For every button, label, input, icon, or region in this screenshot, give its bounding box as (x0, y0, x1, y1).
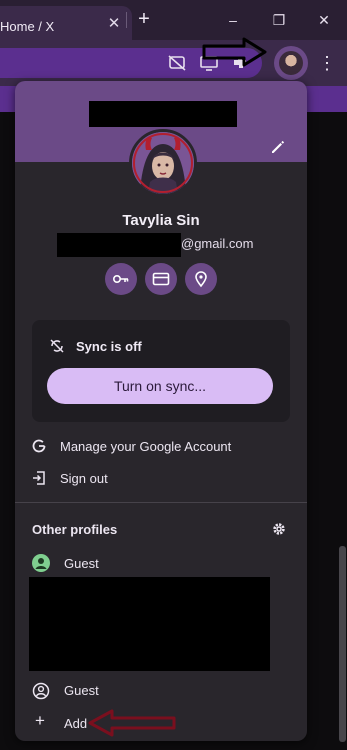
key-icon (112, 275, 129, 284)
plus-icon: + (35, 711, 45, 730)
manage-google-account-item[interactable]: Manage your Google Account (15, 431, 307, 461)
sync-status: Sync is off (76, 339, 142, 354)
hide-eye-icon[interactable] (166, 52, 188, 74)
passwords-button[interactable] (105, 263, 137, 295)
guest-avatar-icon (32, 554, 50, 572)
turn-on-sync-button[interactable]: Turn on sync... (47, 368, 273, 404)
manage-google-account-label: Manage your Google Account (60, 439, 232, 454)
annotation-arrow-black (202, 37, 267, 67)
redacted-header-text (89, 101, 237, 127)
email-suffix: @gmail.com (181, 236, 254, 251)
tab-home-x[interactable]: Home / X ✕ (0, 6, 132, 40)
sign-out-item[interactable]: Sign out (15, 463, 307, 493)
new-tab-button[interactable]: + (134, 8, 154, 30)
avatar (279, 51, 303, 75)
other-profiles-title: Other profiles (32, 522, 118, 537)
guest-profile-label-2: Guest (64, 683, 99, 698)
sign-out-label: Sign out (60, 471, 108, 486)
scrollbar[interactable] (339, 546, 346, 742)
profile-name: Tavylia Sin (122, 212, 200, 229)
annotation-arrow-red (88, 709, 176, 737)
redacted-email (57, 233, 181, 257)
redacted-profiles (29, 577, 270, 671)
profile-portrait-icon (132, 132, 194, 194)
profile-avatar-button[interactable] (274, 46, 308, 80)
menu-divider (15, 502, 307, 503)
tab-separator (126, 12, 127, 28)
payment-methods-button[interactable] (145, 263, 177, 295)
tab-close-icon[interactable]: ✕ (104, 14, 124, 34)
more-menu-icon[interactable]: ⋮ (318, 52, 336, 74)
tab-title: Home / X (0, 19, 55, 34)
sync-card: Sync is off Turn on sync... (32, 320, 290, 422)
profile-picture (129, 129, 197, 197)
guest-outline-icon (32, 682, 50, 700)
location-pin-icon (195, 271, 207, 288)
profile-item-guest-2[interactable]: Guest (15, 675, 307, 705)
addresses-button[interactable] (185, 263, 217, 295)
gear-icon[interactable] (271, 521, 287, 537)
profile-item-guest[interactable]: Guest (15, 548, 307, 578)
guest-profile-label: Guest (64, 556, 99, 571)
restore-button[interactable]: ❐ (268, 9, 290, 31)
sign-out-icon (33, 471, 45, 485)
add-profile-label: Add (64, 716, 88, 731)
close-window-button[interactable]: ✕ (313, 9, 335, 31)
minimize-button[interactable]: – (222, 9, 244, 31)
edit-pencil-icon[interactable] (269, 138, 287, 156)
profile-menu: Tavylia Sin @gmail.com Sync is off Turn … (15, 81, 307, 741)
sync-off-icon (50, 339, 64, 353)
card-icon (152, 272, 170, 286)
google-g-icon (32, 439, 46, 453)
